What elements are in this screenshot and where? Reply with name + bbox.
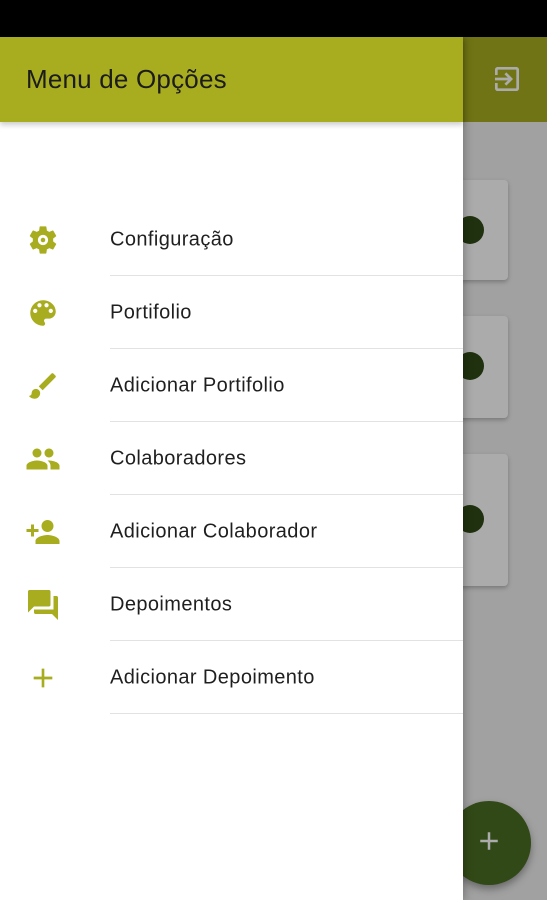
- palette-icon: [24, 294, 62, 332]
- drawer-menu: Configuração Portifolio Adicionar Portif…: [0, 203, 463, 714]
- menu-item-adicionar-portifolio[interactable]: Adicionar Portifolio: [0, 349, 463, 422]
- navigation-drawer: Menu de Opções Configuração Portifolio A…: [0, 37, 463, 900]
- menu-item-depoimentos[interactable]: Depoimentos: [0, 568, 463, 641]
- divider: [110, 713, 463, 714]
- menu-item-label: Configuração: [110, 228, 234, 250]
- menu-item-label: Depoimentos: [110, 593, 233, 615]
- menu-item-label: Portifolio: [110, 301, 192, 323]
- menu-item-adicionar-colaborador[interactable]: Adicionar Colaborador: [0, 495, 463, 568]
- chat-icon: [24, 586, 62, 624]
- menu-item-label: Colaboradores: [110, 447, 247, 469]
- status-bar: [0, 0, 547, 37]
- people-icon: [24, 440, 62, 478]
- brush-icon: [24, 367, 62, 405]
- menu-item-label: Adicionar Portifolio: [110, 374, 285, 396]
- menu-item-label: Adicionar Depoimento: [110, 666, 315, 688]
- menu-item-label: Adicionar Colaborador: [110, 520, 318, 542]
- drawer-title: Menu de Opções: [26, 64, 227, 94]
- gear-icon: [24, 221, 62, 259]
- person-add-icon: [24, 513, 62, 551]
- menu-item-configuracao[interactable]: Configuração: [0, 203, 463, 276]
- menu-item-adicionar-depoimento[interactable]: Adicionar Depoimento: [0, 641, 463, 714]
- drawer-header: Menu de Opções: [0, 37, 463, 122]
- menu-item-colaboradores[interactable]: Colaboradores: [0, 422, 463, 495]
- plus-icon: [24, 659, 62, 697]
- menu-item-portifolio[interactable]: Portifolio: [0, 276, 463, 349]
